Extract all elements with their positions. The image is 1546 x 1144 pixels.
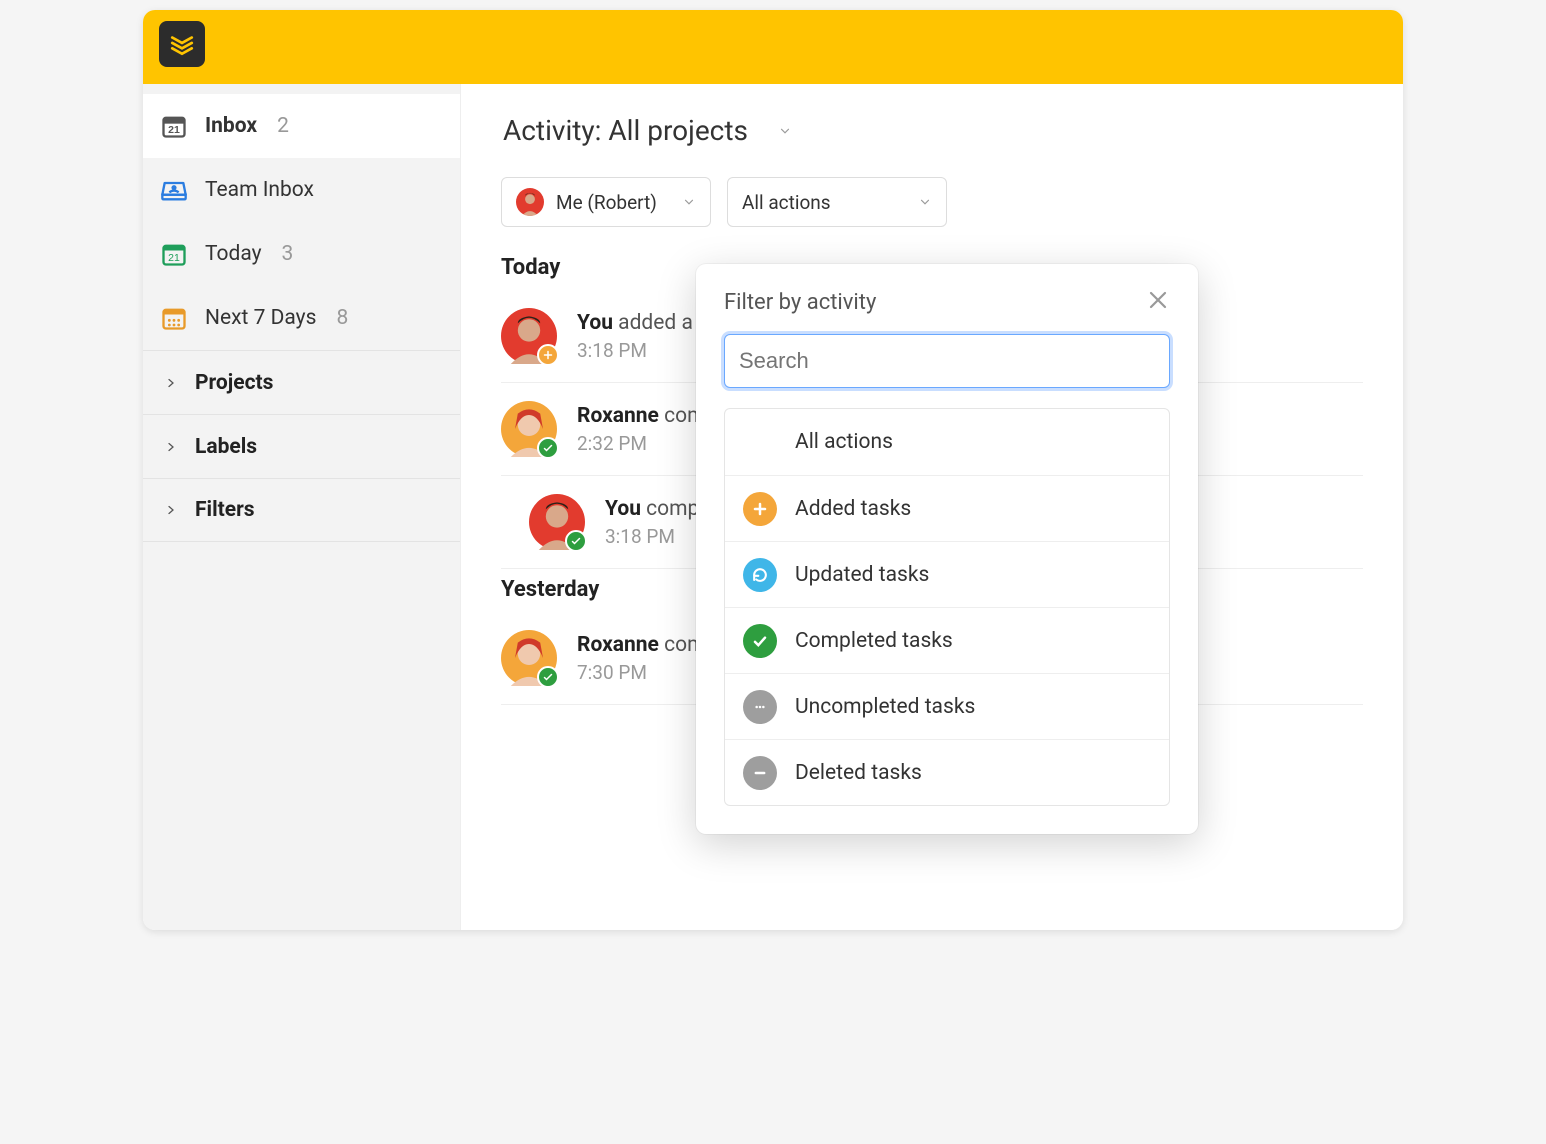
filter-option[interactable]: Completed tasks — [725, 607, 1169, 673]
chevron-down-icon — [682, 195, 696, 209]
plus-icon — [743, 492, 777, 526]
filter-options-list: All actions Added tasks Updated tasks Compl… — [724, 408, 1170, 806]
page-title-row[interactable]: Activity: All projects — [501, 114, 1363, 147]
sidebar-group-projects[interactable]: Projects — [143, 350, 460, 414]
avatar — [501, 630, 557, 686]
search-input[interactable] — [724, 334, 1170, 388]
top-bar — [143, 10, 1403, 84]
filter-option[interactable]: Updated tasks — [725, 541, 1169, 607]
app-logo[interactable] — [159, 21, 205, 67]
team-inbox-icon — [159, 176, 189, 204]
filter-option-label: All actions — [795, 430, 893, 454]
sidebar-item-count: 3 — [282, 242, 294, 266]
activity-time: 3:18 PM — [605, 525, 704, 548]
activity-text: Roxanne com2:32 PM — [577, 404, 706, 455]
refresh-icon — [743, 558, 777, 592]
close-button[interactable] — [1146, 288, 1170, 316]
filter-option-label: Updated tasks — [795, 563, 929, 587]
sidebar-item-inbox[interactable]: 21 Inbox 2 — [143, 94, 460, 158]
chevron-down-icon — [778, 124, 792, 138]
filter-option-label: Completed tasks — [795, 629, 953, 653]
next7-icon — [159, 304, 189, 332]
sidebar-item-label: Inbox — [205, 114, 257, 138]
avatar — [501, 401, 557, 457]
page-title: Activity: All projects — [503, 114, 748, 147]
popover-title: Filter by activity — [724, 290, 876, 315]
chevron-right-icon — [165, 504, 177, 516]
svg-text:21: 21 — [168, 252, 180, 264]
filter-option[interactable]: Added tasks — [725, 475, 1169, 541]
calendar-21-icon: 21 — [159, 112, 189, 140]
filters-row: Me (Robert) All actions — [501, 177, 1363, 227]
sidebar-item-count: 2 — [277, 114, 289, 138]
sidebar-item-team-inbox[interactable]: Team Inbox — [143, 158, 460, 222]
chevron-down-icon — [918, 195, 932, 209]
avatar — [501, 308, 557, 364]
today-icon: 21 — [159, 240, 189, 268]
avatar — [516, 188, 544, 216]
filter-option[interactable]: All actions — [725, 409, 1169, 475]
filter-option-label: Deleted tasks — [795, 761, 922, 785]
filter-action-label: All actions — [742, 191, 831, 214]
filter-option[interactable]: Deleted tasks — [725, 739, 1169, 805]
minus-icon — [743, 756, 777, 790]
sidebar-group-label: Labels — [195, 435, 257, 459]
activity-time: 3:18 PM — [577, 339, 693, 362]
filter-option-label: Uncompleted tasks — [795, 695, 975, 719]
activity-text: You compl3:18 PM — [605, 497, 704, 548]
sidebar-item-label: Next 7 Days — [205, 306, 316, 330]
svg-text:21: 21 — [168, 124, 180, 136]
check-icon — [743, 624, 777, 658]
logo-icon — [169, 31, 195, 57]
sidebar-item-label: Today — [205, 242, 262, 266]
filter-option-label: Added tasks — [795, 497, 911, 521]
sidebar-item-today[interactable]: 21 Today 3 — [143, 222, 460, 286]
filter-action[interactable]: All actions — [727, 177, 947, 227]
sidebar-item-count: 8 — [336, 306, 348, 330]
activity-time: 2:32 PM — [577, 432, 706, 455]
dots-icon — [743, 690, 777, 724]
avatar — [529, 494, 585, 550]
filter-option[interactable]: Uncompleted tasks — [725, 673, 1169, 739]
sidebar-group-filters[interactable]: Filters — [143, 478, 460, 542]
close-icon — [1146, 288, 1170, 312]
sidebar-group-label: Filters — [195, 498, 255, 522]
chevron-right-icon — [165, 441, 177, 453]
filter-person[interactable]: Me (Robert) — [501, 177, 711, 227]
activity-text: You added a3:18 PM — [577, 311, 693, 362]
sidebar: 21 Inbox 2 Team Inbox 21 Today 3 Next 7 Days 8 P… — [143, 84, 461, 930]
sidebar-item-next-7-days[interactable]: Next 7 Days 8 — [143, 286, 460, 350]
filter-popover: Filter by activity All actions Added task… — [696, 264, 1198, 834]
filter-person-label: Me (Robert) — [556, 191, 657, 214]
app-window: 21 Inbox 2 Team Inbox 21 Today 3 Next 7 Days 8 P… — [143, 10, 1403, 930]
sidebar-item-label: Team Inbox — [205, 178, 314, 202]
activity-time: 7:30 PM — [577, 661, 706, 684]
sidebar-group-labels[interactable]: Labels — [143, 414, 460, 478]
main-content: Activity: All projects Me (Robert) All a… — [461, 84, 1403, 930]
activity-text: Roxanne com7:30 PM — [577, 633, 706, 684]
sidebar-group-label: Projects — [195, 371, 273, 395]
chevron-right-icon — [165, 377, 177, 389]
